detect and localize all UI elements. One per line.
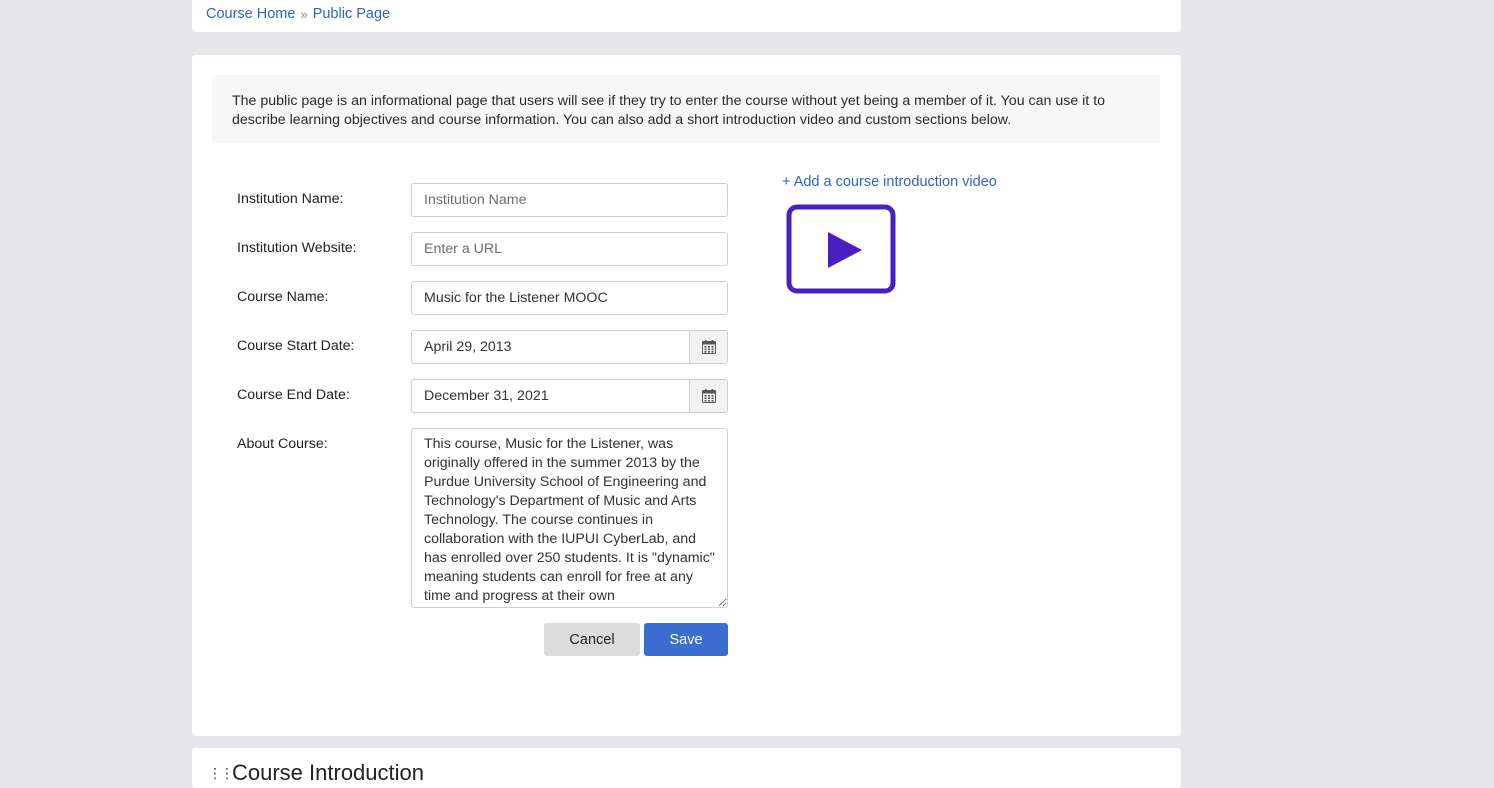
course-end-date-label: Course End Date:: [237, 387, 350, 403]
section-title: Course Introduction: [232, 760, 424, 785]
video-placeholder[interactable]: [786, 204, 896, 294]
start-date-calendar-button[interactable]: [689, 331, 727, 363]
course-start-date-label: Course Start Date:: [237, 338, 355, 354]
course-end-date-field: [411, 379, 728, 413]
drag-handle-icon[interactable]: ⋮⋮: [208, 765, 234, 782]
course-end-date-input[interactable]: [412, 380, 689, 412]
institution-name-input[interactable]: [411, 183, 728, 217]
end-date-calendar-button[interactable]: [689, 380, 727, 412]
save-button[interactable]: Save: [644, 623, 728, 656]
course-start-date-field: [411, 330, 728, 364]
breadcrumb-bar: Course Home » Public Page: [192, 0, 1181, 32]
about-course-textarea[interactable]: This course, Music for the Listener, was…: [411, 428, 728, 608]
institution-website-input[interactable]: [411, 232, 728, 266]
cancel-button[interactable]: Cancel: [544, 623, 640, 656]
breadcrumb: Course Home » Public Page: [206, 6, 390, 22]
course-name-input[interactable]: [411, 281, 728, 315]
institution-website-label: Institution Website:: [237, 240, 357, 256]
breadcrumb-course-home-link[interactable]: Course Home: [206, 6, 295, 22]
info-description: The public page is an informational page…: [212, 75, 1160, 143]
section-header: ⋮⋮ Course Introduction: [208, 760, 424, 786]
course-start-date-input[interactable]: [412, 331, 689, 363]
play-video-icon: [786, 204, 896, 294]
public-page-editor-card: The public page is an informational page…: [192, 55, 1181, 736]
about-course-label: About Course:: [237, 436, 328, 452]
calendar-icon: [701, 340, 716, 354]
course-introduction-section: ⋮⋮ Course Introduction: [192, 748, 1181, 788]
institution-name-label: Institution Name:: [237, 191, 344, 207]
calendar-icon: [701, 389, 716, 403]
add-intro-video-link[interactable]: + Add a course introduction video: [782, 174, 997, 190]
breadcrumb-separator-icon: »: [300, 6, 308, 22]
breadcrumb-public-page-link[interactable]: Public Page: [313, 6, 390, 22]
course-name-label: Course Name:: [237, 289, 329, 305]
